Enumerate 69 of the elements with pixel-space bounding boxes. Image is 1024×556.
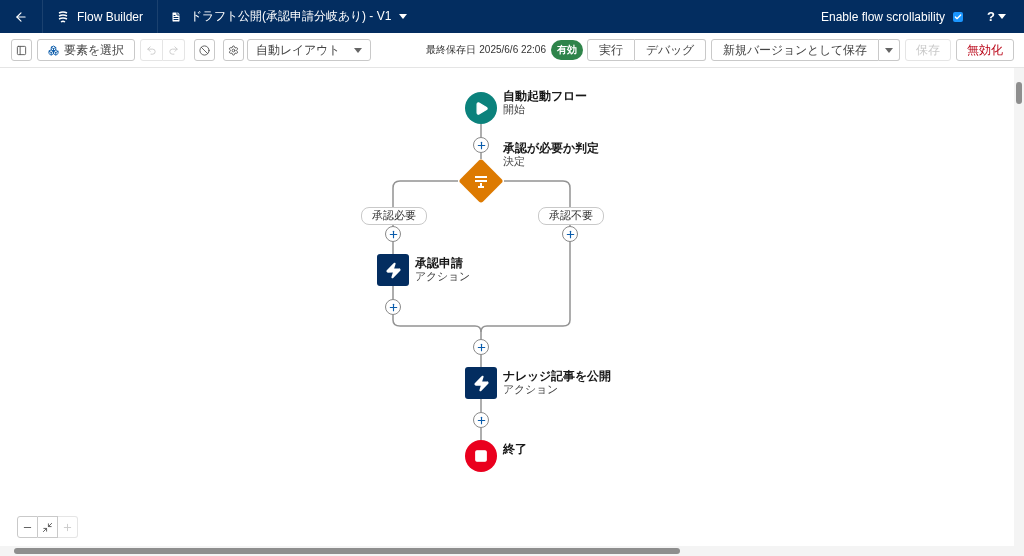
shrink-icon xyxy=(42,521,53,533)
flow-logo-icon xyxy=(57,10,69,23)
end-node[interactable] xyxy=(465,440,497,472)
undo-icon xyxy=(146,44,157,56)
panel-icon xyxy=(16,44,27,56)
plus-icon xyxy=(475,341,487,353)
plus-icon xyxy=(387,228,399,240)
save-menu-button[interactable] xyxy=(879,39,900,61)
node-title: 承認が必要か判定 xyxy=(503,142,599,155)
outcome-label[interactable]: 承認必要 xyxy=(361,207,427,225)
layout-dropdown[interactable]: 自動レイアウト xyxy=(247,39,371,61)
caret-icon xyxy=(354,47,362,53)
add-element-button[interactable] xyxy=(385,226,401,242)
lightning-icon xyxy=(472,374,490,392)
action-node[interactable] xyxy=(465,367,497,399)
status-badge: 有効 xyxy=(551,40,583,60)
plus-icon xyxy=(387,301,399,313)
connector-line xyxy=(503,180,571,208)
run-button[interactable]: 実行 xyxy=(587,39,635,61)
node-title: 終了 xyxy=(503,443,527,456)
lightning-icon xyxy=(384,261,402,279)
check-icon xyxy=(954,12,963,21)
caret-icon[interactable] xyxy=(399,14,408,19)
fit-view-button[interactable] xyxy=(38,516,58,538)
prohibited-icon xyxy=(199,44,210,56)
add-element-button[interactable] xyxy=(385,299,401,315)
save-as-new-version-button[interactable]: 新規バージョンとして保存 xyxy=(711,39,879,61)
action-node[interactable] xyxy=(377,254,409,286)
panel-toggle-button[interactable] xyxy=(11,39,32,61)
scrollability-checkbox[interactable] xyxy=(953,11,964,22)
add-element-button[interactable] xyxy=(473,412,489,428)
vertical-scrollbar[interactable] xyxy=(1014,68,1024,546)
node-type: アクション xyxy=(503,383,559,395)
settings-icon xyxy=(228,44,239,56)
horizontal-scrollbar[interactable] xyxy=(0,546,1024,556)
debug-button[interactable]: デバッグ xyxy=(635,39,706,61)
deactivate-button[interactable]: 無効化 xyxy=(956,39,1014,61)
plus-icon xyxy=(475,414,487,426)
node-title: ナレッジ記事を公開 xyxy=(503,370,611,383)
plus-icon xyxy=(564,228,576,240)
app-name: Flow Builder xyxy=(77,9,144,24)
help-button[interactable]: ? xyxy=(987,9,1006,24)
clear-button[interactable] xyxy=(194,39,215,61)
outcome-label[interactable]: 承認不要 xyxy=(538,207,604,225)
play-icon xyxy=(473,100,489,116)
last-saved-text: 最終保存日 2025/6/6 22:06 xyxy=(426,43,546,57)
node-title: 承認申請 xyxy=(415,257,464,270)
node-type: 決定 xyxy=(503,155,526,167)
caret-icon xyxy=(998,14,1006,19)
scrollability-label: Enable flow scrollability xyxy=(821,9,946,24)
select-elements-button[interactable]: 要素を選択 xyxy=(37,39,135,61)
node-type: 開始 xyxy=(503,103,526,115)
node-type: アクション xyxy=(415,270,470,282)
boxes-icon xyxy=(48,44,59,56)
plus-icon xyxy=(62,521,73,533)
settings-button[interactable] xyxy=(223,39,244,61)
back-icon[interactable] xyxy=(14,9,28,24)
add-element-button[interactable] xyxy=(473,339,489,355)
flow-title[interactable]: ドラフト公開(承認申請分岐あり) - V1 xyxy=(190,8,392,25)
connector-line xyxy=(392,180,459,208)
document-icon xyxy=(170,10,183,23)
add-element-button[interactable] xyxy=(473,137,489,153)
start-node[interactable] xyxy=(465,92,497,124)
add-element-button[interactable] xyxy=(562,226,578,242)
plus-icon xyxy=(475,139,487,151)
caret-icon xyxy=(885,47,893,53)
node-title: 自動起動フロー xyxy=(503,90,587,103)
stop-icon xyxy=(474,449,488,463)
redo-icon xyxy=(168,44,179,56)
